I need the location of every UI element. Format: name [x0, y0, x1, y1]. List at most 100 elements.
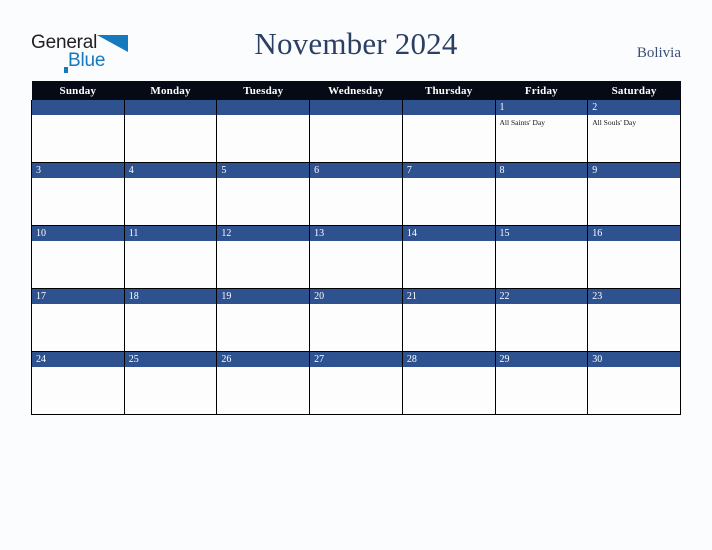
day-number: 28 [402, 352, 495, 367]
day-number: 22 [495, 289, 588, 304]
day-number: 16 [588, 226, 680, 241]
day-events [217, 241, 309, 244]
day-events: All Souls' Day [588, 115, 680, 128]
calendar-empty-cell[interactable] [31, 100, 125, 163]
calendar-week-row: 24 25 26 27 28 29 30 [31, 351, 681, 415]
day-number: 10 [32, 226, 124, 241]
calendar-day-cell[interactable]: 20 [309, 288, 403, 352]
calendar-empty-cell[interactable] [216, 100, 311, 163]
day-events [588, 241, 680, 244]
calendar-week-row: 1 All Saints' Day 2 All Souls' Day [31, 100, 681, 163]
calendar-day-cell[interactable]: 29 [494, 351, 589, 415]
calendar-day-cell[interactable]: 13 [309, 225, 403, 289]
day-events [588, 178, 680, 181]
calendar-empty-cell[interactable] [309, 100, 403, 163]
day-number: 4 [124, 163, 217, 178]
calendar-page: General Blue November 2024 Bolivia Sunda… [0, 0, 712, 550]
day-number [32, 100, 124, 115]
weekday-header-monday: Monday [124, 81, 217, 100]
day-events [125, 367, 217, 370]
day-number: 2 [588, 100, 680, 115]
calendar-day-cell[interactable]: 21 [401, 288, 496, 352]
calendar-empty-cell[interactable] [123, 100, 218, 163]
calendar-week-row: 3456789 [31, 162, 681, 226]
calendar-day-cell[interactable]: 18 [123, 288, 218, 352]
country-label: Bolivia [636, 45, 681, 61]
day-events [403, 241, 495, 244]
day-events [310, 115, 402, 118]
day-number: 15 [495, 226, 588, 241]
day-events [310, 367, 402, 370]
calendar-day-cell[interactable]: 14 [401, 225, 496, 289]
weekday-header-tuesday: Tuesday [216, 81, 310, 100]
day-number [124, 100, 217, 115]
day-number: 30 [588, 352, 680, 367]
calendar-day-cell[interactable]: 28 [401, 351, 496, 415]
calendar-day-cell[interactable]: 27 [309, 351, 403, 415]
weekday-header-thursday: Thursday [402, 81, 496, 100]
calendar-day-cell[interactable]: 1 All Saints' Day [494, 100, 589, 163]
calendar-day-cell[interactable]: 11 [123, 225, 218, 289]
calendar-day-cell[interactable]: 19 [216, 288, 311, 352]
day-number: 21 [402, 289, 495, 304]
day-number: 26 [217, 352, 310, 367]
weekday-header-wednesday: Wednesday [309, 81, 403, 100]
day-number: 1 [495, 100, 588, 115]
calendar-day-cell[interactable]: 17 [31, 288, 125, 352]
day-events [310, 241, 402, 244]
calendar-day-cell[interactable]: 30 [587, 351, 681, 415]
day-events [310, 304, 402, 307]
day-number: 11 [124, 226, 217, 241]
calendar-day-cell[interactable]: 8 [494, 162, 589, 226]
day-number: 14 [402, 226, 495, 241]
page-title: November 2024 [254, 26, 458, 61]
calendar-day-cell[interactable]: 24 [31, 351, 125, 415]
day-number: 7 [402, 163, 495, 178]
day-number: 17 [32, 289, 124, 304]
calendar-day-cell[interactable]: 26 [216, 351, 311, 415]
calendar-day-cell[interactable]: 10 [31, 225, 125, 289]
calendar-day-cell[interactable]: 3 [31, 162, 125, 226]
calendar-day-cell[interactable]: 25 [123, 351, 218, 415]
calendar-empty-cell[interactable] [401, 100, 496, 163]
day-events [496, 304, 588, 307]
calendar-day-cell[interactable]: 6 [309, 162, 403, 226]
weekday-header-saturday: Saturday [587, 81, 681, 100]
day-events [217, 178, 309, 181]
calendar-day-cell[interactable]: 12 [216, 225, 311, 289]
calendar-day-cell[interactable]: 15 [494, 225, 589, 289]
day-number: 3 [32, 163, 124, 178]
day-number: 18 [124, 289, 217, 304]
day-events [403, 115, 495, 118]
day-events [217, 367, 309, 370]
day-number: 23 [588, 289, 680, 304]
day-events: All Saints' Day [496, 115, 588, 128]
day-number: 20 [310, 289, 402, 304]
calendar-day-cell[interactable]: 22 [494, 288, 589, 352]
day-events [32, 241, 124, 244]
day-events [32, 115, 124, 118]
calendar-day-cell[interactable]: 23 [587, 288, 681, 352]
day-number [310, 100, 402, 115]
calendar-day-cell[interactable]: 4 [123, 162, 218, 226]
holiday-label: All Souls' Day [592, 118, 637, 127]
weekday-header-row: Sunday Monday Tuesday Wednesday Thursday Frid… [31, 81, 681, 100]
calendar-week-row: 10 11 12 13 14 15 16 [31, 225, 681, 289]
calendar-day-cell[interactable]: 16 [587, 225, 681, 289]
day-number [402, 100, 495, 115]
calendar-day-cell[interactable]: 2 All Souls' Day [587, 100, 681, 163]
day-events [125, 304, 217, 307]
day-number: 24 [32, 352, 124, 367]
day-events [32, 367, 124, 370]
day-events [403, 367, 495, 370]
calendar-day-cell[interactable]: 7 [401, 162, 496, 226]
calendar-day-cell[interactable]: 9 [587, 162, 681, 226]
day-number: 9 [588, 163, 680, 178]
calendar-day-cell[interactable]: 5 [216, 162, 311, 226]
day-number: 13 [310, 226, 402, 241]
page-header: General Blue November 2024 Bolivia [0, 0, 712, 81]
day-events [32, 304, 124, 307]
calendar-body: 1 All Saints' Day 2 All Souls' Day 3 4 5 6 7 8 9 10… [31, 100, 681, 415]
day-events [125, 178, 217, 181]
logo-accent-mark [64, 67, 68, 73]
